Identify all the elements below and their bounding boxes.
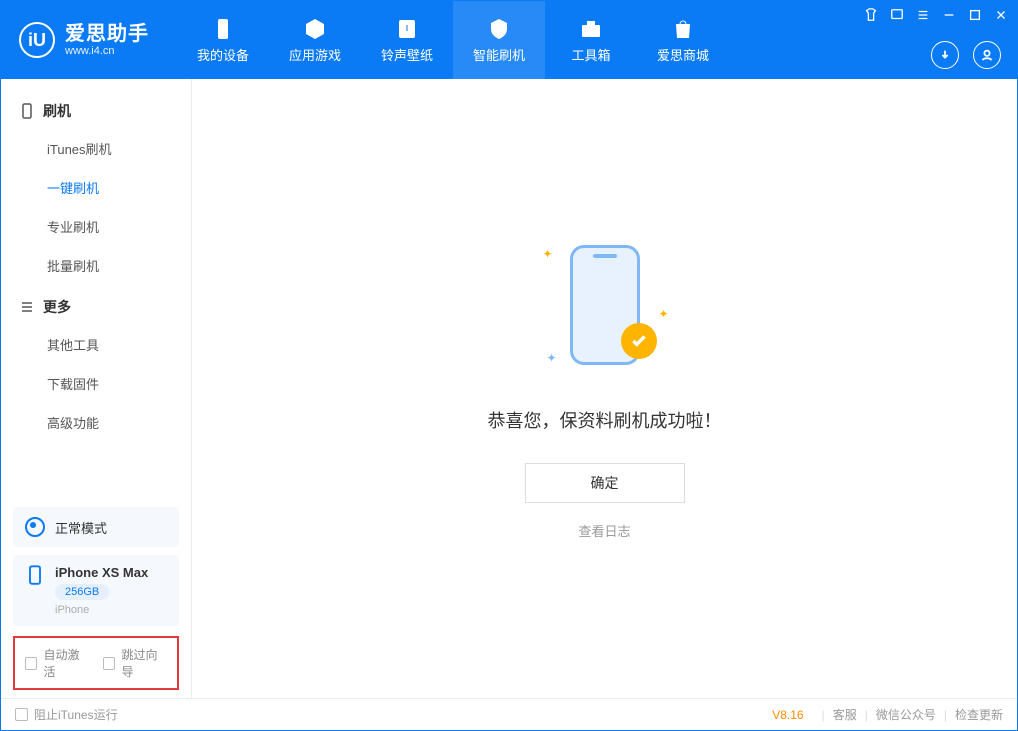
device-phone-icon (25, 565, 45, 585)
tab-label: 工具箱 (571, 45, 610, 64)
checkbox-auto-activate[interactable]: 自动激活 (25, 646, 89, 680)
header-account-icons (931, 41, 1001, 69)
shopping-bag-icon (671, 17, 695, 41)
app-window: iU 爱思助手 www.i4.cn 我的设备 应用游戏 铃声壁纸 智能刷机 (0, 0, 1018, 731)
tab-label: 应用游戏 (289, 45, 341, 64)
checkbox-label: 阻止iTunes运行 (34, 706, 118, 723)
checkbox-box-icon (103, 657, 115, 670)
sidebar-item-itunes-flash[interactable]: iTunes刷机 (1, 129, 191, 168)
checkbox-box-icon (15, 708, 28, 721)
sidebar-item-batch-flash[interactable]: 批量刷机 (1, 246, 191, 285)
sidebar: 刷机 iTunes刷机 一键刷机 专业刷机 批量刷机 更多 其他工具 下载固件 … (1, 79, 191, 698)
music-note-icon (395, 17, 419, 41)
tab-apps-games[interactable]: 应用游戏 (269, 1, 361, 79)
separator: | (865, 708, 868, 722)
brand-title: 爱思助手 (65, 23, 149, 45)
phone-outline-icon (19, 103, 35, 119)
brand: iU 爱思助手 www.i4.cn (1, 1, 167, 79)
footer-link-wechat[interactable]: 微信公众号 (876, 706, 936, 723)
brand-subtitle: www.i4.cn (65, 45, 149, 57)
mode-status-icon (25, 517, 45, 537)
tab-label: 爱思商城 (657, 45, 709, 64)
check-badge-icon (621, 323, 657, 359)
sidebar-item-download-firmware[interactable]: 下载固件 (1, 364, 191, 403)
phone-icon (211, 17, 235, 41)
list-icon (19, 299, 35, 315)
tab-smart-flash[interactable]: 智能刷机 (453, 1, 545, 79)
tab-ringtones-wallpapers[interactable]: 铃声壁纸 (361, 1, 453, 79)
device-info: iPhone XS Max 256GB iPhone (55, 565, 148, 616)
success-message: 恭喜您，保资料刷机成功啦！ (488, 407, 722, 433)
sidebar-bottom: 正常模式 iPhone XS Max 256GB iPhone 自动激活 (1, 497, 191, 698)
minimize-button[interactable] (941, 7, 957, 23)
sparkle-icon: ✦ (543, 247, 553, 261)
cube-icon (303, 17, 327, 41)
sidebar-section-more: 更多 (1, 285, 191, 325)
section-title: 更多 (43, 297, 71, 317)
brand-text: 爱思助手 www.i4.cn (65, 23, 149, 57)
device-storage: 256GB (55, 584, 109, 600)
sidebar-item-pro-flash[interactable]: 专业刷机 (1, 207, 191, 246)
download-icon[interactable] (931, 41, 959, 69)
toolbox-icon (579, 17, 603, 41)
footer-link-support[interactable]: 客服 (833, 706, 857, 723)
device-card[interactable]: iPhone XS Max 256GB iPhone (13, 555, 179, 626)
view-log-link[interactable]: 查看日志 (578, 521, 630, 540)
checkbox-skip-guide[interactable]: 跳过向导 (103, 646, 167, 680)
checkbox-box-icon (25, 657, 37, 670)
checkbox-label: 自动激活 (43, 646, 89, 680)
nav-tabs: 我的设备 应用游戏 铃声壁纸 智能刷机 工具箱 爱思商城 (177, 1, 729, 79)
checkbox-label: 跳过向导 (121, 646, 167, 680)
separator: | (822, 708, 825, 722)
feedback-icon[interactable] (889, 7, 905, 23)
device-name: iPhone XS Max (55, 565, 148, 580)
sidebar-section-flash: 刷机 (1, 89, 191, 129)
tab-my-device[interactable]: 我的设备 (177, 1, 269, 79)
shield-refresh-icon (487, 17, 511, 41)
body: 刷机 iTunes刷机 一键刷机 专业刷机 批量刷机 更多 其他工具 下载固件 … (1, 79, 1017, 698)
maximize-button[interactable] (967, 7, 983, 23)
footer: 阻止iTunes运行 V8.16 | 客服 | 微信公众号 | 检查更新 (1, 698, 1017, 730)
tab-toolbox[interactable]: 工具箱 (545, 1, 637, 79)
device-type: iPhone (55, 604, 148, 616)
ok-button[interactable]: 确定 (525, 463, 685, 503)
sidebar-item-other-tools[interactable]: 其他工具 (1, 325, 191, 364)
mode-label: 正常模式 (55, 518, 107, 537)
main-content: ✦ ✦ ✦ 恭喜您，保资料刷机成功啦！ 确定 查看日志 (191, 79, 1017, 698)
close-button[interactable] (993, 7, 1009, 23)
separator: | (944, 708, 947, 722)
sparkle-icon: ✦ (547, 351, 557, 365)
tab-label: 我的设备 (197, 45, 249, 64)
window-controls (863, 7, 1009, 23)
user-icon[interactable] (973, 41, 1001, 69)
footer-right: V8.16 | 客服 | 微信公众号 | 检查更新 (772, 706, 1003, 723)
success-illustration: ✦ ✦ ✦ (535, 237, 675, 377)
tab-store[interactable]: 爱思商城 (637, 1, 729, 79)
shirt-icon[interactable] (863, 7, 879, 23)
tab-label: 智能刷机 (473, 45, 525, 64)
version-label: V8.16 (772, 708, 803, 722)
footer-link-check-update[interactable]: 检查更新 (955, 706, 1003, 723)
brand-logo-icon: iU (19, 22, 55, 58)
section-title: 刷机 (43, 101, 71, 121)
mode-card[interactable]: 正常模式 (13, 507, 179, 547)
tab-label: 铃声壁纸 (381, 45, 433, 64)
menu-icon[interactable] (915, 7, 931, 23)
sparkle-icon: ✦ (658, 307, 668, 321)
header: iU 爱思助手 www.i4.cn 我的设备 应用游戏 铃声壁纸 智能刷机 (1, 1, 1017, 79)
sidebar-item-advanced[interactable]: 高级功能 (1, 403, 191, 442)
sidebar-item-oneclick-flash[interactable]: 一键刷机 (1, 168, 191, 207)
checkbox-block-itunes[interactable]: 阻止iTunes运行 (15, 706, 118, 723)
highlighted-checkbox-row: 自动激活 跳过向导 (13, 636, 179, 690)
